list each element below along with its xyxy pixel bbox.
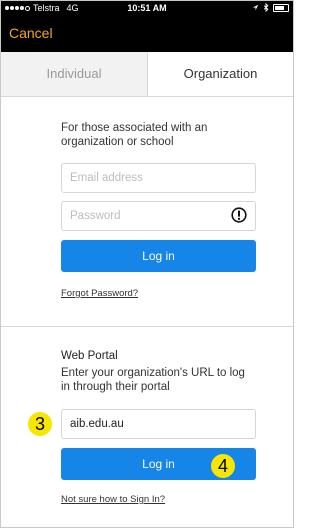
status-time: 10:51 AM <box>127 3 167 13</box>
sign-in-help-link[interactable]: Not sure how to Sign In? <box>61 494 165 505</box>
cancel-button[interactable]: Cancel <box>9 25 53 41</box>
org-login-button[interactable]: Log in <box>61 240 256 272</box>
password-info-icon[interactable] <box>231 207 247 223</box>
tab-individual[interactable]: Individual <box>1 52 148 96</box>
status-bar: Telstra 4G 10:51 AM <box>1 1 293 16</box>
account-type-tabs: Individual Organization <box>1 52 293 97</box>
forgot-password-link[interactable]: Forgot Password? <box>61 288 138 299</box>
organization-description: For those associated with an organizatio… <box>61 122 208 148</box>
section-divider <box>1 326 293 327</box>
password-placeholder: Password <box>70 210 121 222</box>
web-portal-heading: Web Portal <box>61 350 118 362</box>
web-portal-description: Enter your organization's URL to log in … <box>61 367 245 393</box>
password-field[interactable]: Password <box>61 201 256 231</box>
portal-url-value: aib.edu.au <box>70 418 124 430</box>
location-icon <box>252 4 259 11</box>
battery-icon <box>273 3 289 12</box>
portal-url-field[interactable]: aib.edu.au <box>61 409 256 439</box>
nav-bar: Cancel <box>1 16 293 52</box>
app-screen: Telstra 4G 10:51 AM Cancel Individual Or… <box>0 0 294 528</box>
step-4-badge: 4 <box>211 454 235 478</box>
status-right <box>252 3 289 12</box>
tab-organization[interactable]: Organization <box>148 52 293 96</box>
bluetooth-icon <box>263 3 269 12</box>
email-placeholder: Email address <box>70 172 143 184</box>
step-3-badge: 3 <box>28 412 52 436</box>
email-field[interactable]: Email address <box>61 163 256 193</box>
